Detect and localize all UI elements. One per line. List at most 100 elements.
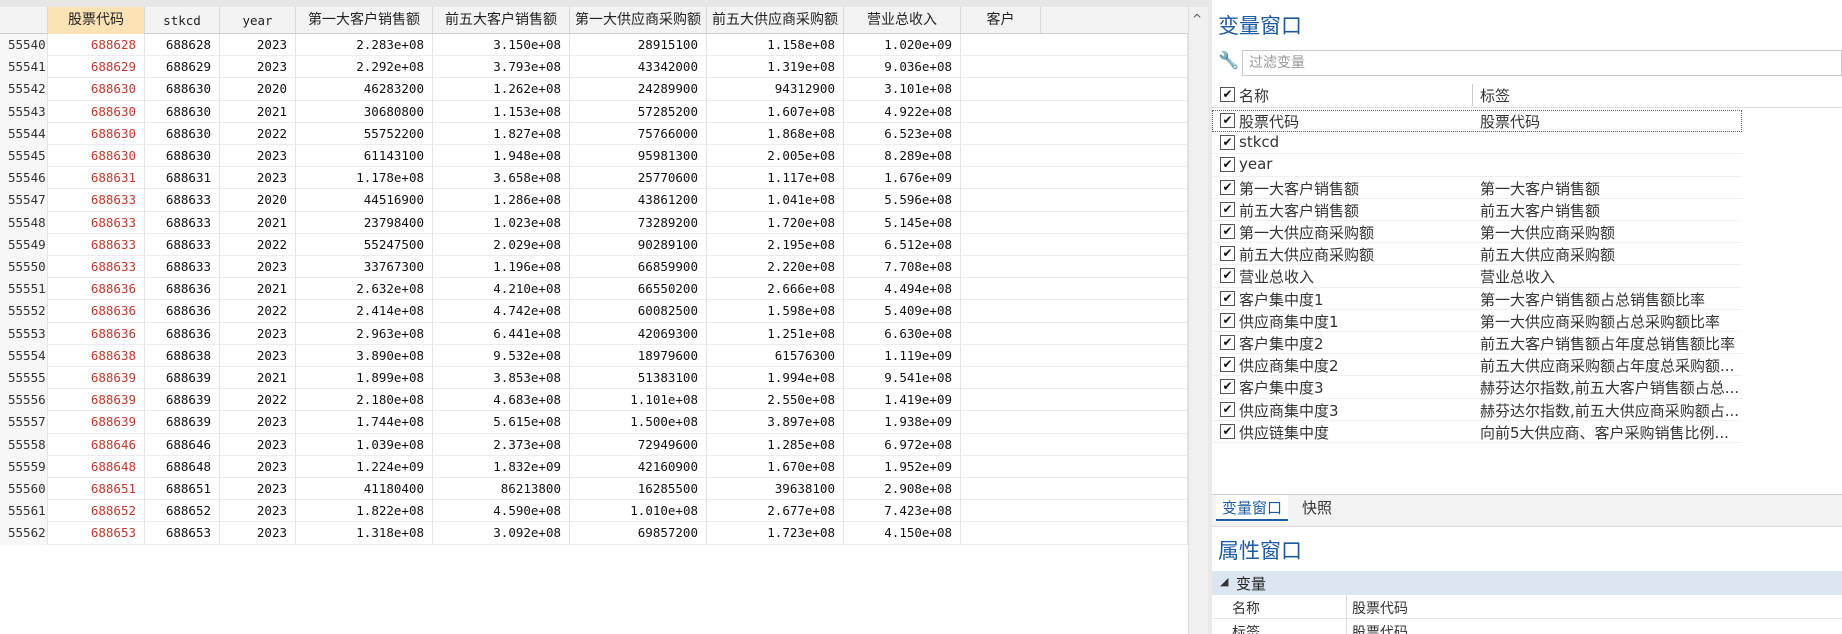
table-row[interactable]: 55562 688653 688653 2023 1.318e+08 3.092e+08 6… [0,522,1188,545]
stkcd-cell[interactable]: 688629 [145,56,220,79]
variable-checkbox[interactable]: ✔ [1220,335,1235,350]
customer-more-cell[interactable] [961,455,1188,478]
table-row[interactable]: 55552 688636 688636 2022 2.414e+08 4.742e+08 6… [0,300,1188,323]
top1-supplier-purchase-cell[interactable]: 25770600 [570,167,707,190]
table-row[interactable]: 55545 688630 688630 2023 61143100 1.948e+08 95… [0,145,1188,168]
top1-customer-sales-cell[interactable]: 55247500 [296,233,433,256]
revenue-cell[interactable]: 1.938e+09 [844,411,961,434]
table-row[interactable]: 55558 688646 688646 2023 1.039e+08 2.373e+08 7… [0,433,1188,456]
table-row[interactable]: 55553 688636 688636 2023 2.963e+08 6.441e+08 4… [0,322,1188,345]
top1-supplier-purchase-cell[interactable]: 18979600 [570,344,707,367]
stkcd-cell[interactable]: 688633 [145,189,220,212]
stock-code-cell[interactable]: 688648 [48,455,145,478]
variable-row[interactable]: ✔ year [1212,154,1742,177]
top5-customer-sales-cell[interactable]: 1.286e+08 [433,189,570,212]
top5-supplier-purchase-cell[interactable]: 1.994e+08 [707,367,844,390]
stock-code-cell[interactable]: 688639 [48,411,145,434]
customer-more-cell[interactable] [961,411,1188,434]
year-cell[interactable]: 2023 [220,56,296,79]
stock-code-cell[interactable]: 688630 [48,78,145,101]
top1-customer-sales-cell[interactable]: 2.963e+08 [296,322,433,345]
top5-customer-sales-cell[interactable]: 1.827e+08 [433,122,570,145]
stock-code-cell[interactable]: 688630 [48,145,145,168]
top1-customer-sales-cell[interactable]: 1.899e+08 [296,367,433,390]
stock-code-cell[interactable]: 688646 [48,433,145,456]
column-header-revenue[interactable]: 营业总收入 [844,7,961,34]
revenue-cell[interactable]: 9.541e+08 [844,367,961,390]
scroll-up-icon[interactable]: ^ [1192,12,1202,26]
top1-supplier-purchase-cell[interactable]: 1.101e+08 [570,389,707,412]
variable-row[interactable]: ✔ 供应商集中度2 前五大供应商采购额占年度总采购额... [1212,354,1742,377]
stkcd-cell[interactable]: 688653 [145,522,220,545]
top5-customer-sales-cell[interactable]: 3.853e+08 [433,367,570,390]
top1-supplier-purchase-cell[interactable]: 90289100 [570,233,707,256]
top5-supplier-purchase-cell[interactable]: 94312900 [707,78,844,101]
top5-supplier-purchase-cell[interactable]: 1.041e+08 [707,189,844,212]
stock-code-cell[interactable]: 688630 [48,122,145,145]
top1-customer-sales-cell[interactable]: 33767300 [296,256,433,279]
year-cell[interactable]: 2023 [220,167,296,190]
customer-more-cell[interactable] [961,367,1188,390]
top1-customer-sales-cell[interactable]: 2.283e+08 [296,34,433,57]
top1-supplier-purchase-cell[interactable]: 24289900 [570,78,707,101]
top5-customer-sales-cell[interactable]: 3.658e+08 [433,167,570,190]
year-cell[interactable]: 2023 [220,455,296,478]
stock-code-cell[interactable]: 688636 [48,278,145,301]
table-row[interactable]: 55556 688639 688639 2022 2.180e+08 4.683e+08 1… [0,389,1188,412]
year-cell[interactable]: 2020 [220,78,296,101]
customer-more-cell[interactable] [961,256,1188,279]
top5-customer-sales-cell[interactable]: 3.092e+08 [433,522,570,545]
stock-code-cell[interactable]: 688631 [48,167,145,190]
column-header-top1-supplier-purchase[interactable]: 第一大供应商采购额 [570,7,707,34]
top5-supplier-purchase-cell[interactable]: 1.285e+08 [707,433,844,456]
table-row[interactable]: 55560 688651 688651 2023 41180400 86213800 162… [0,478,1188,501]
table-row[interactable]: 55547 688633 688633 2020 44516900 1.286e+08 43… [0,189,1188,212]
stkcd-cell[interactable]: 688630 [145,100,220,123]
top1-supplier-purchase-cell[interactable]: 75766000 [570,122,707,145]
customer-more-cell[interactable] [961,278,1188,301]
top1-supplier-purchase-cell[interactable]: 1.500e+08 [570,411,707,434]
stkcd-cell[interactable]: 688652 [145,500,220,523]
year-cell[interactable]: 2021 [220,367,296,390]
variable-checkbox[interactable]: ✔ [1220,312,1235,328]
top5-supplier-purchase-cell[interactable]: 1.723e+08 [707,522,844,545]
customer-more-cell[interactable] [961,34,1188,57]
year-cell[interactable]: 2023 [220,34,296,57]
top1-supplier-purchase-cell[interactable]: 1.010e+08 [570,500,707,523]
stock-code-cell[interactable]: 688633 [48,256,145,279]
stkcd-cell[interactable]: 688638 [145,344,220,367]
stkcd-cell[interactable]: 688651 [145,478,220,501]
variable-row[interactable]: ✔ stkcd [1212,132,1742,155]
revenue-cell[interactable]: 6.972e+08 [844,433,961,456]
column-header-stock-code[interactable]: 股票代码 [48,7,145,34]
property-row-name[interactable]: 名称 股票代码 [1212,595,1842,619]
revenue-cell[interactable]: 5.145e+08 [844,211,961,234]
table-row[interactable]: 55540 688628 688628 2023 2.283e+08 3.150e+08 2… [0,34,1188,57]
top5-customer-sales-cell[interactable]: 3.793e+08 [433,56,570,79]
stkcd-cell[interactable]: 688639 [145,367,220,390]
top5-supplier-purchase-cell[interactable]: 2.005e+08 [707,145,844,168]
stkcd-cell[interactable]: 688646 [145,433,220,456]
top5-supplier-purchase-cell[interactable]: 1.319e+08 [707,56,844,79]
top5-supplier-purchase-cell[interactable]: 61576300 [707,344,844,367]
table-row[interactable]: 55542 688630 688630 2020 46283200 1.262e+08 24… [0,78,1188,101]
revenue-cell[interactable]: 1.020e+09 [844,34,961,57]
stock-code-cell[interactable]: 688652 [48,500,145,523]
customer-more-cell[interactable] [961,211,1188,234]
year-cell[interactable]: 2023 [220,478,296,501]
year-cell[interactable]: 2020 [220,189,296,212]
top1-supplier-purchase-cell[interactable]: 43342000 [570,56,707,79]
top5-supplier-purchase-cell[interactable]: 1.158e+08 [707,34,844,57]
year-cell[interactable]: 2023 [220,411,296,434]
top1-customer-sales-cell[interactable]: 46283200 [296,78,433,101]
top5-supplier-purchase-cell[interactable]: 1.607e+08 [707,100,844,123]
customer-more-cell[interactable] [961,78,1188,101]
stkcd-cell[interactable]: 688636 [145,300,220,323]
top1-customer-sales-cell[interactable]: 61143100 [296,145,433,168]
top5-customer-sales-cell[interactable]: 5.615e+08 [433,411,570,434]
stock-code-cell[interactable]: 688639 [48,367,145,390]
variable-row[interactable]: ✔ 客户集中度1 第一大客户销售额占总销售额比率 [1212,288,1742,310]
stkcd-cell[interactable]: 688630 [145,145,220,168]
customer-more-cell[interactable] [961,189,1188,212]
top5-supplier-purchase-cell[interactable]: 2.677e+08 [707,500,844,523]
